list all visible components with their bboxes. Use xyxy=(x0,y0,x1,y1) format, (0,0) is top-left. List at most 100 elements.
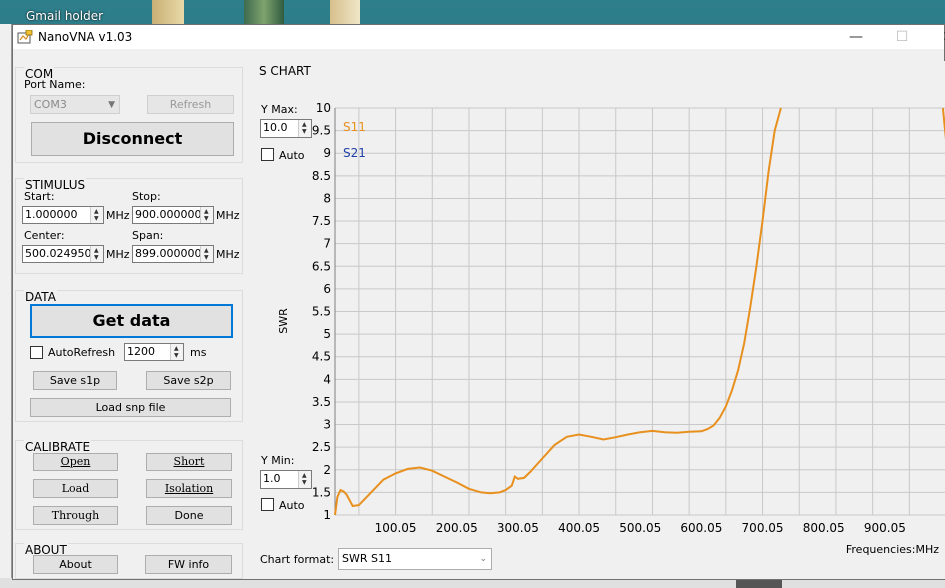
save-s2p-button[interactable]: Save s2p xyxy=(146,371,231,390)
center-input[interactable]: 500.024950 ▲ ▼ xyxy=(22,245,104,263)
x-tick-label: 700.05 xyxy=(742,521,784,535)
y-tick-label: 8.5 xyxy=(312,169,331,183)
ymax-input[interactable]: 10.0 ▲ ▼ xyxy=(260,119,312,138)
ymax-label: Y Max: xyxy=(261,103,298,116)
y-tick-label: 7 xyxy=(323,237,331,251)
legend-s21: S21 xyxy=(343,146,366,160)
legend-s11: S11 xyxy=(343,120,366,134)
data-title: DATA xyxy=(24,290,57,304)
x-tick-label: 400.05 xyxy=(558,521,600,535)
chart-grid xyxy=(334,107,945,516)
autorefresh-checkbox[interactable] xyxy=(30,346,43,359)
ymin-auto-label[interactable]: Auto xyxy=(279,499,305,512)
about-group: ABOUT About FW info xyxy=(15,543,243,579)
down-arrow-icon: ▼ xyxy=(174,352,179,359)
desktop-thumbnail[interactable] xyxy=(244,0,284,24)
span-label: Span: xyxy=(132,229,164,242)
stop-input[interactable]: 900.000000 ▲ ▼ xyxy=(132,206,214,224)
stop-label: Stop: xyxy=(132,190,161,203)
refresh-button[interactable]: Refresh xyxy=(147,95,234,114)
spin-arrows[interactable]: ▲ ▼ xyxy=(90,246,103,262)
load-button[interactable]: Load xyxy=(33,479,118,498)
calibrate-group: CALIBRATE Open Short Load Isolation Thro… xyxy=(15,440,243,530)
spin-arrows[interactable]: ▲ ▼ xyxy=(200,246,213,262)
y-tick-label: 2.5 xyxy=(312,440,331,454)
done-button[interactable]: Done xyxy=(146,506,232,525)
desktop-icon-label[interactable]: Gmail holder xyxy=(26,9,103,23)
load-snp-button[interactable]: Load snp file xyxy=(30,398,231,417)
chart-format-label: Chart format: xyxy=(260,553,335,566)
isolation-button[interactable]: Isolation xyxy=(146,479,232,498)
x-tick-label: 600.05 xyxy=(680,521,722,535)
y-tick-label: 5.5 xyxy=(312,305,331,319)
chart-format-value: SWR S11 xyxy=(342,552,392,565)
ymax-auto-label[interactable]: Auto xyxy=(279,149,305,162)
taskbar-thumbnail[interactable] xyxy=(736,580,782,588)
up-arrow-icon: ▲ xyxy=(174,345,179,352)
spin-arrows[interactable]: ▲ ▼ xyxy=(298,471,311,488)
y-tick-label: 10 xyxy=(316,101,331,115)
y-tick-label: 6 xyxy=(323,282,331,296)
span-unit: MHz xyxy=(216,248,240,261)
ymax-auto-checkbox[interactable] xyxy=(261,148,274,161)
y-tick-label: 7.5 xyxy=(312,214,331,228)
app-icon xyxy=(17,30,33,44)
spin-arrows[interactable]: ▲ ▼ xyxy=(90,207,103,223)
up-arrow-icon: ▲ xyxy=(94,247,99,254)
disconnect-button[interactable]: Disconnect xyxy=(31,122,234,156)
down-arrow-icon: ▼ xyxy=(204,215,209,222)
center-value: 500.024950 xyxy=(25,247,92,260)
y-tick-label: 9.5 xyxy=(312,124,331,138)
nanovna-window: NanoVNA v1.03 — ☐ ✕ COM Port Name: COM3 … xyxy=(12,24,945,580)
start-input[interactable]: 1.000000 ▲ ▼ xyxy=(22,206,104,224)
ymax-value: 10.0 xyxy=(263,121,288,134)
open-button[interactable]: Open xyxy=(33,453,118,471)
minimize-button[interactable]: — xyxy=(833,25,879,49)
x-tick-label: 900.05 xyxy=(864,521,906,535)
ymin-label: Y Min: xyxy=(261,454,295,467)
port-select-value: COM3 xyxy=(34,98,67,111)
y-tick-label: 2 xyxy=(323,463,331,477)
y-tick-label: 3.5 xyxy=(312,395,331,409)
y-tick-label: 6.5 xyxy=(312,259,331,273)
start-value: 1.000000 xyxy=(25,208,78,221)
port-select[interactable]: COM3 ▼ xyxy=(30,95,120,114)
interval-input[interactable]: 1200 ▲ ▼ xyxy=(124,343,184,361)
fw-info-button[interactable]: FW info xyxy=(145,555,232,574)
save-s1p-button[interactable]: Save s1p xyxy=(33,371,117,390)
ymin-input[interactable]: 1.0 ▲ ▼ xyxy=(260,470,312,489)
data-group: DATA Get data AutoRefresh 1200 ▲ ▼ ms Sav… xyxy=(15,290,243,422)
chart-title: S CHART xyxy=(259,64,311,78)
spin-arrows[interactable]: ▲ ▼ xyxy=(298,120,311,137)
maximize-button[interactable]: ☐ xyxy=(879,25,925,49)
background-window-edge xyxy=(0,24,12,588)
through-button[interactable]: Through xyxy=(33,506,118,525)
about-button[interactable]: About xyxy=(33,555,118,574)
close-button[interactable]: ✕ xyxy=(925,25,945,49)
up-arrow-icon: ▲ xyxy=(302,121,307,128)
spin-arrows[interactable]: ▲ ▼ xyxy=(200,207,213,223)
up-arrow-icon: ▲ xyxy=(204,208,209,215)
autorefresh-label[interactable]: AutoRefresh xyxy=(48,346,115,359)
x-tick-labels: 100.05 200.05 300.05 400.05 500.05 600.05 700.… xyxy=(375,521,906,535)
desktop-thumbnail[interactable] xyxy=(330,0,360,24)
spin-arrows[interactable]: ▲ ▼ xyxy=(170,344,183,360)
y-tick-label: 5 xyxy=(323,327,331,341)
ymin-auto-checkbox[interactable] xyxy=(261,498,274,511)
short-button[interactable]: Short xyxy=(146,453,232,471)
stop-value: 900.000000 xyxy=(135,208,202,221)
ymin-value: 1.0 xyxy=(263,472,281,485)
down-arrow-icon: ▼ xyxy=(204,254,209,261)
desktop-thumbnail[interactable] xyxy=(152,0,184,24)
x-tick-label: 800.05 xyxy=(803,521,845,535)
get-data-button[interactable]: Get data xyxy=(30,304,233,338)
title-bar[interactable]: NanoVNA v1.03 — ☐ ✕ xyxy=(13,25,945,49)
down-arrow-icon: ▼ xyxy=(94,215,99,222)
chevron-down-icon: ▼ xyxy=(108,100,115,110)
chart-format-select[interactable]: SWR S11 ⌄ xyxy=(338,548,492,570)
start-unit: MHz xyxy=(106,209,130,222)
y-tick-label: 1 xyxy=(323,508,331,522)
down-arrow-icon: ▼ xyxy=(94,254,99,261)
span-input[interactable]: 899.000000 ▲ ▼ xyxy=(132,245,214,263)
y-tick-label: 9 xyxy=(323,146,331,160)
